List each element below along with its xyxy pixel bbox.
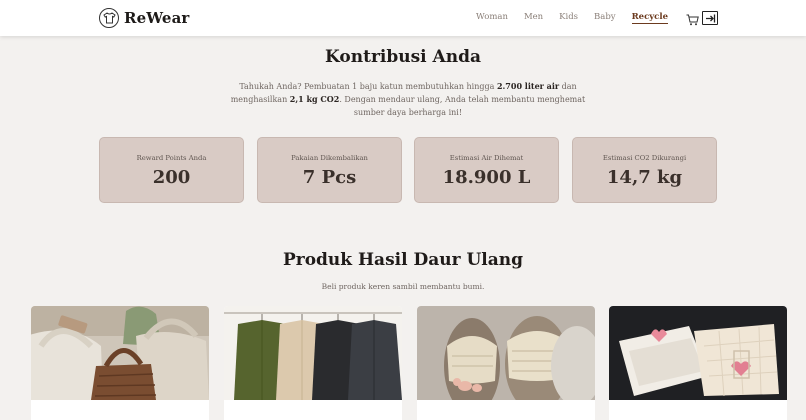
product-card[interactable] [609, 306, 787, 420]
stat-card-co2-reduced: Estimasi CO2 Dikurangi 14,7 kg [572, 137, 717, 203]
cart-icon[interactable] [686, 11, 699, 26]
stat-card-reward-points: Reward Points Anda 200 [99, 137, 244, 203]
stat-label: Pakaian Dikembalikan [291, 154, 368, 162]
product-card[interactable] [31, 306, 209, 420]
contribution-title: Kontribusi Anda [324, 47, 481, 67]
nav-link-men[interactable]: Men [524, 12, 543, 24]
contribution-intro: Tahukah Anda? Pembuatan 1 baju katun mem… [230, 81, 586, 117]
products-subtitle: Beli produk keren sambil membantu bumi. [321, 282, 485, 291]
stat-label: Reward Points Anda [136, 154, 207, 162]
nav-links: Woman Men Kids Baby Recycle [460, 12, 668, 24]
quilted-wallets-photo [609, 306, 787, 400]
woven-sandals-photo [417, 306, 595, 400]
stat-value: 18.900 L [442, 167, 531, 188]
product-card[interactable] [224, 306, 402, 420]
stat-value: 200 [152, 167, 191, 188]
products-title: Produk Hasil Daur Ulang [282, 250, 524, 270]
stat-value: 14,7 kg [606, 167, 683, 188]
brand-name: ReWear [124, 9, 190, 27]
stat-label: Estimasi CO2 Dikurangi [602, 154, 687, 162]
stat-label: Estimasi Air Dihemat [449, 154, 524, 162]
logout-icon[interactable] [702, 11, 718, 25]
tshirt-icon [99, 8, 119, 28]
nav-link-baby[interactable]: Baby [594, 12, 616, 24]
nav-link-kids[interactable]: Kids [559, 12, 578, 24]
knitted-bags-photo [31, 306, 209, 400]
stat-card-water-saved: Estimasi Air Dihemat 18.900 L [414, 137, 559, 203]
nav-link-recycle[interactable]: Recycle [631, 12, 668, 24]
stat-value: 7 Pcs [302, 167, 357, 188]
shirts-on-rack-photo [224, 306, 402, 400]
navbar: ReWear Woman Men Kids Baby Recycle [0, 0, 806, 36]
stat-card-clothes-returned: Pakaian Dikembalikan 7 Pcs [257, 137, 402, 203]
nav-link-woman[interactable]: Woman [476, 12, 508, 24]
product-card[interactable] [417, 306, 595, 420]
brand[interactable]: ReWear [99, 8, 189, 28]
